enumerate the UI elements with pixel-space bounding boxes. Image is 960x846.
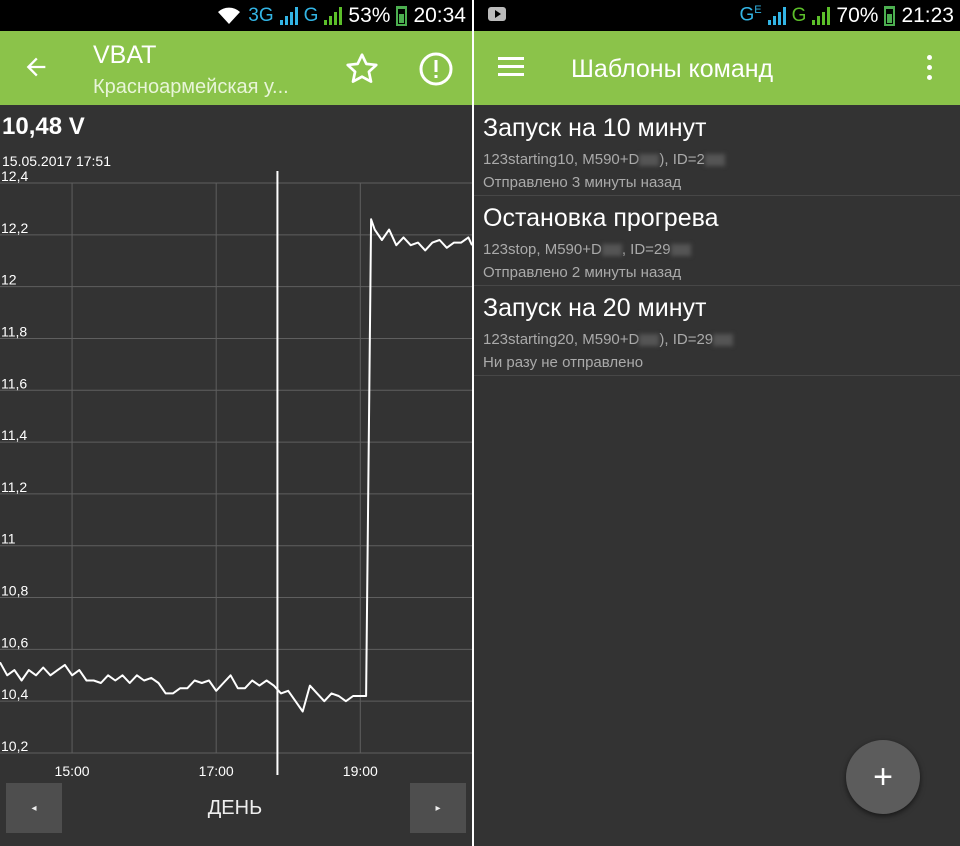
- signal-icon-2: [812, 6, 831, 25]
- wifi-icon: [218, 7, 241, 24]
- back-arrow-icon[interactable]: [22, 53, 50, 81]
- battery-charging-icon: [884, 5, 896, 26]
- signal-icon-2: [324, 6, 343, 25]
- star-icon[interactable]: [344, 51, 380, 87]
- y-tick-label: 10,4: [1, 686, 28, 702]
- command-name: Остановка прогрева: [483, 204, 719, 232]
- command-item[interactable]: Запуск на 10 минут 123starting10, M590+D…: [474, 106, 960, 196]
- network-type: 3G: [248, 4, 274, 26]
- battery-percent: 53%: [348, 3, 391, 27]
- vbat-screen: 3G G 53% 20:34 VBAT Красноармейская у...…: [0, 0, 472, 846]
- y-tick-label: 10,6: [1, 634, 28, 650]
- y-tick-label: 11,4: [1, 427, 27, 443]
- y-tick-label: 11: [1, 531, 16, 547]
- app-toolbar: Шаблоны команд: [474, 31, 960, 105]
- command-detail: 123starting10, M590+D), ID=2: [483, 151, 725, 168]
- status-bar: GE G 70% 21:23: [474, 0, 960, 31]
- command-detail: 123starting20, M590+D), ID=29: [483, 331, 734, 348]
- next-period-button[interactable]: ▸: [410, 783, 466, 833]
- more-options-icon[interactable]: [924, 53, 934, 83]
- x-tick-label: 17:00: [199, 763, 234, 779]
- signal-icon: [767, 6, 786, 25]
- page-title: Шаблоны команд: [571, 55, 774, 83]
- command-name: Запуск на 20 минут: [483, 294, 707, 322]
- clock: 20:34: [413, 3, 466, 27]
- y-tick-label: 10,2: [1, 738, 28, 754]
- prev-period-button[interactable]: ◂: [6, 783, 62, 833]
- network-type-2: G: [791, 4, 807, 26]
- alert-icon[interactable]: [418, 51, 454, 87]
- command-sent-status: Отправлено 2 минуты назад: [483, 264, 682, 281]
- clock: 21:23: [901, 3, 954, 27]
- command-name: Запуск на 10 минут: [483, 114, 707, 142]
- command-item[interactable]: Остановка прогрева 123stop, M590+D, ID=2…: [474, 196, 960, 286]
- voltage-series-line: [0, 218, 472, 713]
- y-tick-label: 11,6: [1, 375, 27, 391]
- command-templates-screen: GE G 70% 21:23 Шаблоны команд Запуск на …: [474, 0, 960, 846]
- network-type: GE: [739, 4, 762, 26]
- current-value: 10,48 V: [2, 113, 85, 140]
- y-tick-label: 10,8: [1, 583, 28, 599]
- hamburger-menu-icon[interactable]: [498, 55, 526, 81]
- x-tick-label: 19:00: [343, 763, 378, 779]
- command-sent-status: Отправлено 3 минуты назад: [483, 174, 682, 191]
- battery-icon: [396, 5, 408, 26]
- x-tick-label: 15:00: [55, 763, 90, 779]
- signal-icon: [279, 6, 298, 25]
- voltage-chart[interactable]: 12,4 12,2 12 11,8 11,6 11,4 11,2 11 10,8 10,6 10,4…: [0, 165, 472, 785]
- battery-percent: 70%: [836, 3, 879, 27]
- add-command-button[interactable]: +: [846, 740, 920, 814]
- y-tick-label: 12,4: [1, 168, 28, 184]
- command-item[interactable]: Запуск на 20 минут 123starting20, M590+D…: [474, 286, 960, 376]
- y-tick-label: 11,8: [1, 323, 27, 339]
- page-title: VBAT: [93, 41, 157, 69]
- app-toolbar: VBAT Красноармейская у...: [0, 31, 472, 105]
- status-bar: 3G G 53% 20:34: [0, 0, 472, 31]
- network-type-2: G: [303, 4, 319, 26]
- page-subtitle: Красноармейская у...: [93, 76, 289, 98]
- command-detail: 123stop, M590+D, ID=29: [483, 241, 691, 258]
- period-label[interactable]: ДЕНЬ: [150, 797, 320, 820]
- command-sent-status: Ни разу не отправлено: [483, 354, 644, 371]
- y-tick-label: 12: [1, 272, 17, 288]
- y-tick-label: 12,2: [1, 220, 28, 236]
- youtube-icon: [488, 7, 506, 21]
- y-tick-label: 11,2: [1, 479, 27, 495]
